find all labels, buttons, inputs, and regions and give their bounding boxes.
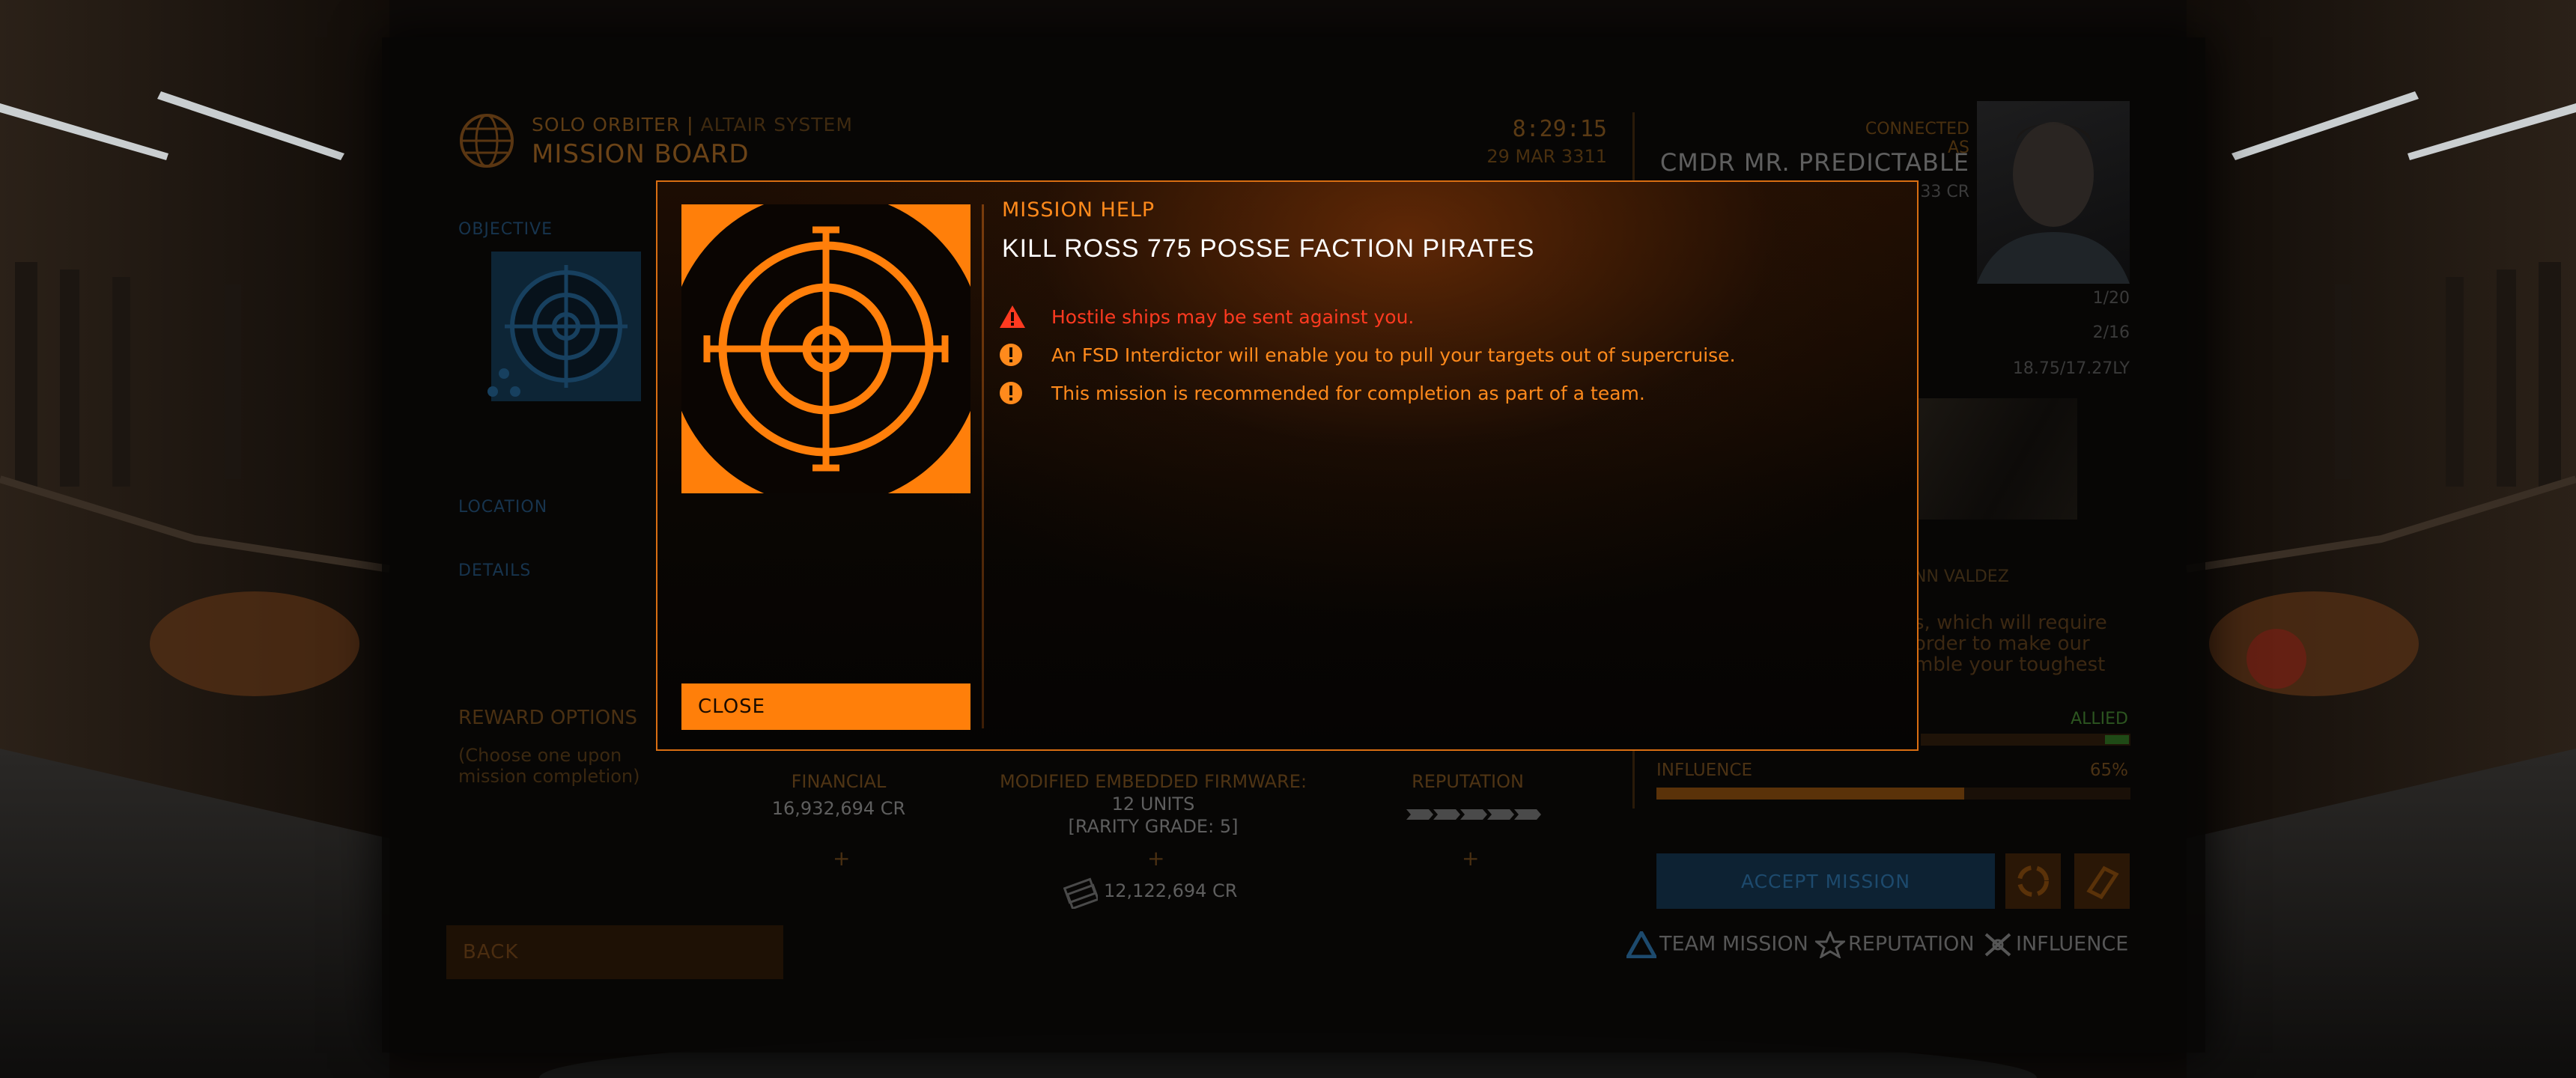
reputation-pips: [1406, 809, 1541, 820]
team-mission-icon: [487, 368, 520, 397]
legend-reputation-label: REPUTATION: [1848, 932, 1975, 956]
location-label: LOCATION: [458, 498, 548, 517]
mission-note-interdictor-text: An FSD Interdictor will enable you to pu…: [1051, 344, 1736, 366]
mission-info-button[interactable]: [2005, 853, 2061, 909]
reward-reputation-plus: +: [1462, 846, 1480, 871]
warning-triangle-icon: [1000, 305, 1025, 328]
mission-giver-name: NN VALDEZ: [1914, 567, 2009, 586]
legend-influence-label: INFLUENCE: [2016, 932, 2129, 956]
influence-label: INFLUENCE: [1656, 761, 1753, 780]
influence-bar-fill: [1656, 788, 1965, 800]
reward-commodity-units: 12 UNITS: [1111, 794, 1195, 814]
mission-note-hostile-text: Hostile ships may be sent against you.: [1051, 306, 1415, 328]
reward-commodity-credits: 12,122,694 CR: [1104, 880, 1238, 901]
mission-help-button[interactable]: [2074, 853, 2130, 909]
legend-influence: INFLUENCE: [1983, 931, 2128, 961]
credits-icon: [1063, 877, 1098, 909]
influence-icon: [1984, 933, 2011, 957]
swirl-icon: [2017, 865, 2049, 897]
influence-bar: [1656, 788, 2130, 800]
legend-team-label: TEAM MISSION: [1659, 932, 1808, 956]
mission-help-label: MISSION HELP: [1002, 198, 1155, 222]
page-title: MISSION BOARD: [532, 139, 750, 169]
modal-divider: [982, 204, 984, 728]
commander-name: CMDR MR. PREDICTABLE: [1659, 148, 1969, 177]
accept-mission-button[interactable]: ACCEPT MISSION: [1656, 853, 1995, 909]
mission-giver-text: s, which will require order to make our …: [1914, 612, 2107, 676]
commander-portrait: [1977, 101, 2130, 284]
legend-team-mission: TEAM MISSION: [1624, 928, 1808, 961]
stat-jump-range: 18.75/17.27LY: [2012, 359, 2130, 378]
reward-options-subtitle: (Choose one upon mission completion): [458, 745, 640, 787]
mission-note-hostile: Hostile ships may be sent against you.: [999, 305, 1883, 330]
allied-bar: [1921, 734, 2130, 746]
reward-financial-label: FINANCIAL: [791, 771, 887, 792]
crosshair-target-icon: [681, 204, 970, 493]
mission-note-team: This mission is recommended for completi…: [999, 381, 1883, 406]
header-location: SOLO ORBITER | ALTAIR SYSTEM: [532, 114, 853, 135]
stat-cargo: 2/16: [2092, 323, 2130, 342]
reward-reputation[interactable]: REPUTATION: [1348, 771, 1588, 792]
avatar: [1977, 122, 2130, 284]
mission-note-team-text: This mission is recommended for completi…: [1051, 383, 1645, 404]
reward-financial[interactable]: FINANCIAL 16,932,694 CR: [704, 771, 973, 819]
station-name: SOLO ORBITER: [532, 114, 681, 135]
header-separator: |: [687, 114, 694, 135]
reward-commodity-label: MODIFIED EMBEDDED FIRMWARE:: [999, 771, 1307, 792]
mission-help-modal: MISSION HELP KILL ROSS 775 POSSE FACTION…: [656, 180, 1919, 751]
details-label: DETAILS: [458, 561, 532, 580]
reward-options-title: REWARD OPTIONS: [458, 707, 638, 729]
allied-label: ALLIED: [2071, 710, 2128, 728]
mission-note-interdictor: An FSD Interdictor will enable you to pu…: [999, 343, 1883, 368]
objective-label: OBJECTIVE: [458, 220, 553, 239]
influence-percent: 65%: [2089, 761, 2128, 780]
mission-title: KILL ROSS 775 POSSE FACTION PIRATES: [1002, 234, 1535, 263]
globe-icon: [460, 114, 514, 168]
reward-financial-plus: +: [833, 846, 851, 871]
exclamation-circle-icon: [1000, 382, 1022, 404]
reward-commodity[interactable]: MODIFIED EMBEDDED FIRMWARE: 12 UNITS [RA…: [996, 771, 1310, 837]
reward-commodity-rarity: [RARITY GRADE: 5]: [1068, 816, 1239, 837]
stat-passengers: 1/20: [2092, 289, 2130, 308]
clock: 8:29:15: [1512, 116, 1607, 142]
reward-reputation-label: REPUTATION: [1412, 771, 1524, 792]
legend-reputation: REPUTATION: [1813, 930, 1975, 961]
book-icon: [2086, 865, 2119, 900]
star-icon: [1813, 930, 1847, 960]
station-image: [1917, 398, 2077, 520]
system-name: ALTAIR SYSTEM: [700, 114, 853, 135]
back-button[interactable]: BACK: [446, 925, 783, 979]
close-button[interactable]: CLOSE: [681, 683, 970, 730]
exclamation-circle-icon: [1000, 344, 1022, 366]
reward-financial-value: 16,932,694 CR: [771, 798, 906, 819]
team-icon: [1624, 928, 1659, 959]
game-date: 29 MAR 3311: [1486, 146, 1607, 167]
reward-commodity-plus: +: [1147, 846, 1165, 871]
